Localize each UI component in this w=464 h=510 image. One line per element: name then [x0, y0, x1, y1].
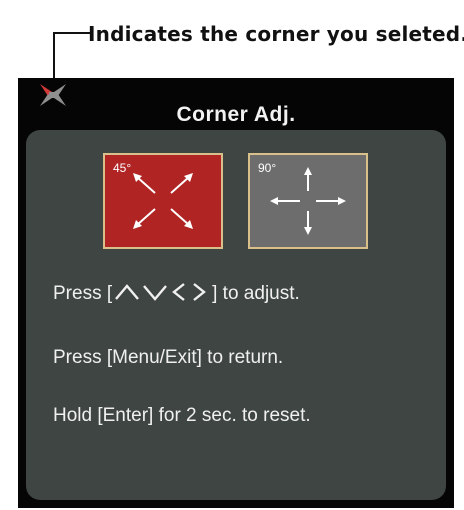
instruction-return: Press [Menu/Exit] to return.: [53, 347, 284, 368]
adjust-prefix: Press [: [53, 283, 113, 304]
callout-leader-horizontal: [53, 32, 90, 34]
corner-adjust-osd: Corner Adj. 45° 90° Press [] to adjust.…: [18, 78, 454, 508]
osd-title: Corner Adj.: [176, 103, 296, 126]
adjust-suffix: ] to adjust.: [212, 283, 300, 304]
instruction-reset: Hold [Enter] for 2 sec. to reset.: [53, 405, 311, 426]
callout-label: Indicates the corner you seleted.: [88, 22, 464, 46]
instruction-adjust: Press [ ] to adjust.: [53, 281, 300, 305]
direction-keys-icon: [115, 283, 207, 301]
mode-90-degree-button[interactable]: 90°: [248, 153, 368, 249]
callout-leader-vertical: [53, 32, 55, 82]
cross-arrows-icon: [270, 167, 346, 235]
mode-45-degree-button[interactable]: 45°: [103, 153, 223, 249]
osd-content-panel: 45° 90° Press [] to adjust. Press [Menu…: [26, 130, 446, 500]
diagonal-arrows-icon: [133, 173, 193, 229]
